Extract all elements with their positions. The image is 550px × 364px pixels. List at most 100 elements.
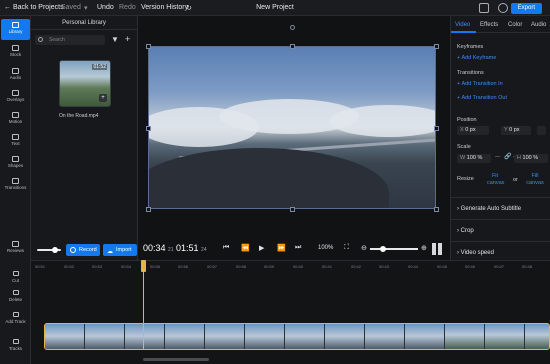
add-to-timeline-icon[interactable]: +	[99, 94, 107, 102]
rail-item-library[interactable]: Library	[1, 19, 30, 40]
record-icon	[70, 247, 76, 253]
fast-forward-icon[interactable]: ⏩	[277, 244, 286, 252]
minus-icon: —	[495, 154, 500, 160]
zoom-out-icon[interactable]: ⊖	[361, 244, 367, 252]
time-tick: 00:51	[35, 264, 46, 269]
project-title[interactable]: New Project	[0, 4, 550, 11]
cut-icon	[12, 271, 19, 276]
timeline-scrollbar[interactable]	[143, 358, 209, 361]
time-tick: 00:40	[293, 264, 304, 269]
search-input[interactable]: Search	[35, 35, 105, 45]
properties-tabs: Video Effects Color Audio	[451, 16, 550, 33]
import-button[interactable]: ☁ Import	[103, 244, 137, 256]
cut-tool[interactable]: Cut	[0, 271, 31, 283]
zoom-slider-knob[interactable]	[380, 246, 386, 252]
timeline-tools: Cut Delete Add Track Tracks	[0, 260, 31, 364]
resize-handle[interactable]	[146, 207, 151, 212]
rail-item-stock[interactable]: Stock	[1, 42, 30, 63]
resize-handle[interactable]	[434, 126, 439, 131]
time-tick: 00:54	[121, 264, 132, 269]
add-transition-in-link[interactable]: + Add Transition In	[457, 81, 503, 87]
link-icon[interactable]: 🔗	[504, 153, 511, 160]
export-button[interactable]: Export	[510, 3, 542, 14]
time-tick: 00:44	[408, 264, 419, 269]
audio-icon	[12, 68, 19, 74]
rail-item-text[interactable]: Text	[1, 131, 30, 152]
time-tick: 00:56	[178, 264, 189, 269]
bell-icon[interactable]	[479, 3, 489, 13]
crop-section[interactable]: › Crop	[457, 228, 474, 234]
rail-item-audio[interactable]: Audio	[1, 65, 30, 86]
add-track-tool[interactable]: Add Track	[0, 312, 31, 324]
library-title: Personal Library	[31, 16, 137, 30]
playhead-handle[interactable]	[141, 260, 146, 272]
delete-tool[interactable]: Delete	[0, 290, 31, 302]
add-icon[interactable]: +	[125, 34, 130, 44]
zoom-level[interactable]: 100%	[318, 245, 333, 251]
video-preview[interactable]	[148, 46, 436, 209]
position-x-field[interactable]: X 0 px	[457, 126, 489, 135]
play-icon[interactable]: ▶	[259, 244, 264, 252]
tab-effects[interactable]: Effects	[480, 22, 498, 28]
media-thumbnail[interactable]: 01:52 +	[59, 60, 111, 107]
skip-back-icon[interactable]: ⏮	[223, 244, 229, 252]
resize-handle[interactable]	[146, 44, 151, 49]
add-transition-out-link[interactable]: + Add Transition Out	[457, 95, 507, 101]
scale-heading: Scale	[457, 144, 471, 150]
filter-icon[interactable]: ▼	[111, 35, 119, 44]
resize-handle[interactable]	[290, 207, 295, 212]
position-y-field[interactable]: Y 0 px	[501, 126, 531, 135]
playhead[interactable]	[141, 260, 146, 350]
tracks-tool[interactable]: Tracks	[0, 339, 31, 351]
time-tick: 00:43	[379, 264, 390, 269]
overlays-icon	[12, 90, 19, 96]
add-keyframe-link[interactable]: + Add Keyframe	[457, 55, 496, 61]
time-tick: 00:57	[207, 264, 218, 269]
clip-thumbnail	[205, 324, 245, 349]
volume-slider-knob[interactable]	[52, 247, 58, 253]
rewind-icon[interactable]: ⏪	[241, 244, 250, 252]
video-speed-section[interactable]: › Video speed	[457, 250, 494, 256]
clip-thumbnail	[325, 324, 365, 349]
library-panel: Personal Library Search ▼ + 01:52 + On t…	[31, 16, 138, 260]
position-heading: Position	[457, 117, 477, 123]
skip-forward-icon[interactable]: ⏭	[295, 244, 301, 252]
add-track-icon	[12, 312, 19, 317]
zoom-slider[interactable]	[370, 248, 418, 250]
rotation-icon[interactable]	[537, 126, 546, 135]
panel-toggle-icon[interactable]	[438, 243, 442, 255]
fill-canvas-button[interactable]: Fill canvas	[524, 173, 546, 187]
clip-thumbnail	[125, 324, 165, 349]
record-button[interactable]: Record	[66, 244, 100, 256]
auto-subtitle-section[interactable]: › Generate Auto Subtitle	[457, 206, 521, 212]
shapes-icon	[12, 156, 19, 162]
fullscreen-icon[interactable]: ⛶	[344, 244, 349, 252]
rail-item-transitions[interactable]: Transitions	[1, 175, 30, 196]
panel-toggle-icon[interactable]	[432, 243, 436, 255]
rail-item-overlays[interactable]: Overlays	[1, 87, 30, 108]
divider	[451, 219, 550, 220]
search-icon	[38, 37, 43, 42]
timeline-video-clip[interactable]	[44, 323, 550, 350]
rail-item-motion[interactable]: Motion	[1, 109, 30, 130]
resize-handle[interactable]	[290, 44, 295, 49]
rotate-handle[interactable]	[290, 25, 295, 30]
tab-audio[interactable]: Audio	[531, 22, 546, 28]
time-tick: 00:46	[465, 264, 476, 269]
resize-handle[interactable]	[434, 207, 439, 212]
rail-item-shapes[interactable]: Shapes	[1, 153, 30, 174]
scale-height-field[interactable]: H 100 %	[514, 154, 548, 163]
tab-video[interactable]: Video	[455, 22, 470, 28]
rail-item-reviews[interactable]: Reviews	[1, 238, 30, 259]
resize-handle[interactable]	[434, 44, 439, 49]
zoom-in-icon[interactable]: ⊕	[421, 244, 427, 252]
fit-canvas-button[interactable]: Fit canvas	[487, 173, 504, 187]
clip-thumbnail	[85, 324, 125, 349]
resize-handle[interactable]	[146, 126, 151, 131]
clip-thumbnail	[445, 324, 485, 349]
scale-width-field[interactable]: W 100 %	[457, 154, 491, 163]
clip-thumbnail	[165, 324, 205, 349]
help-icon[interactable]	[498, 3, 508, 13]
tab-color[interactable]: Color	[508, 22, 522, 28]
time-tick: 00:42	[351, 264, 362, 269]
